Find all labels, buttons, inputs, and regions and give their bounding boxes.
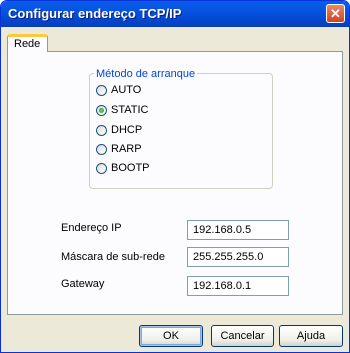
subnet-mask-label: Máscara de sub-rede: [61, 251, 165, 263]
help-button-label: Ajuda: [296, 330, 326, 342]
subnet-mask-input[interactable]: 255.255.255.0: [187, 247, 289, 267]
tab-panel-rede: Método de arranque AUTO STATIC DHCP RARP…: [7, 51, 343, 315]
radio-bootp[interactable]: BOOTP: [96, 161, 150, 175]
radio-label: RARP: [111, 143, 142, 155]
title-bar: Configurar endereço TCP/IP ✕: [1, 1, 349, 27]
tab-label: Rede: [14, 38, 41, 50]
ok-button-label: OK: [163, 330, 179, 342]
gateway-label: Gateway: [61, 278, 105, 290]
radio-rarp[interactable]: RARP: [96, 142, 142, 156]
radio-circle-checked: [96, 104, 107, 116]
dialog-title: Configurar endereço TCP/IP: [8, 6, 182, 21]
gateway-input[interactable]: 192.168.0.1: [187, 276, 289, 296]
tab-rede[interactable]: Rede: [7, 34, 48, 52]
cancel-button[interactable]: Cancelar: [211, 325, 274, 347]
tcpip-dialog: Configurar endereço TCP/IP ✕ Rede Método…: [0, 0, 350, 353]
ip-address-input[interactable]: 192.168.0.5: [187, 220, 289, 240]
radio-label: STATIC: [111, 104, 149, 116]
radio-label: DHCP: [111, 124, 143, 136]
cancel-button-label: Cancelar: [220, 330, 265, 342]
radio-dhcp[interactable]: DHCP: [96, 123, 142, 137]
radio-static[interactable]: STATIC: [96, 103, 148, 117]
ip-address-label: Endereço IP: [61, 222, 122, 234]
close-icon: ✕: [330, 6, 341, 21]
radio-auto[interactable]: AUTO: [96, 83, 141, 97]
radio-circle: [96, 84, 107, 96]
help-button[interactable]: Ajuda: [279, 325, 343, 347]
ok-button[interactable]: OK: [139, 325, 203, 347]
boot-method-legend: Método de arranque: [94, 68, 198, 80]
radio-label: AUTO: [111, 84, 142, 96]
radio-circle: [96, 143, 107, 155]
radio-circle: [96, 162, 107, 174]
radio-label: BOOTP: [111, 162, 150, 174]
radio-circle: [96, 124, 107, 136]
close-button[interactable]: ✕: [326, 4, 345, 23]
